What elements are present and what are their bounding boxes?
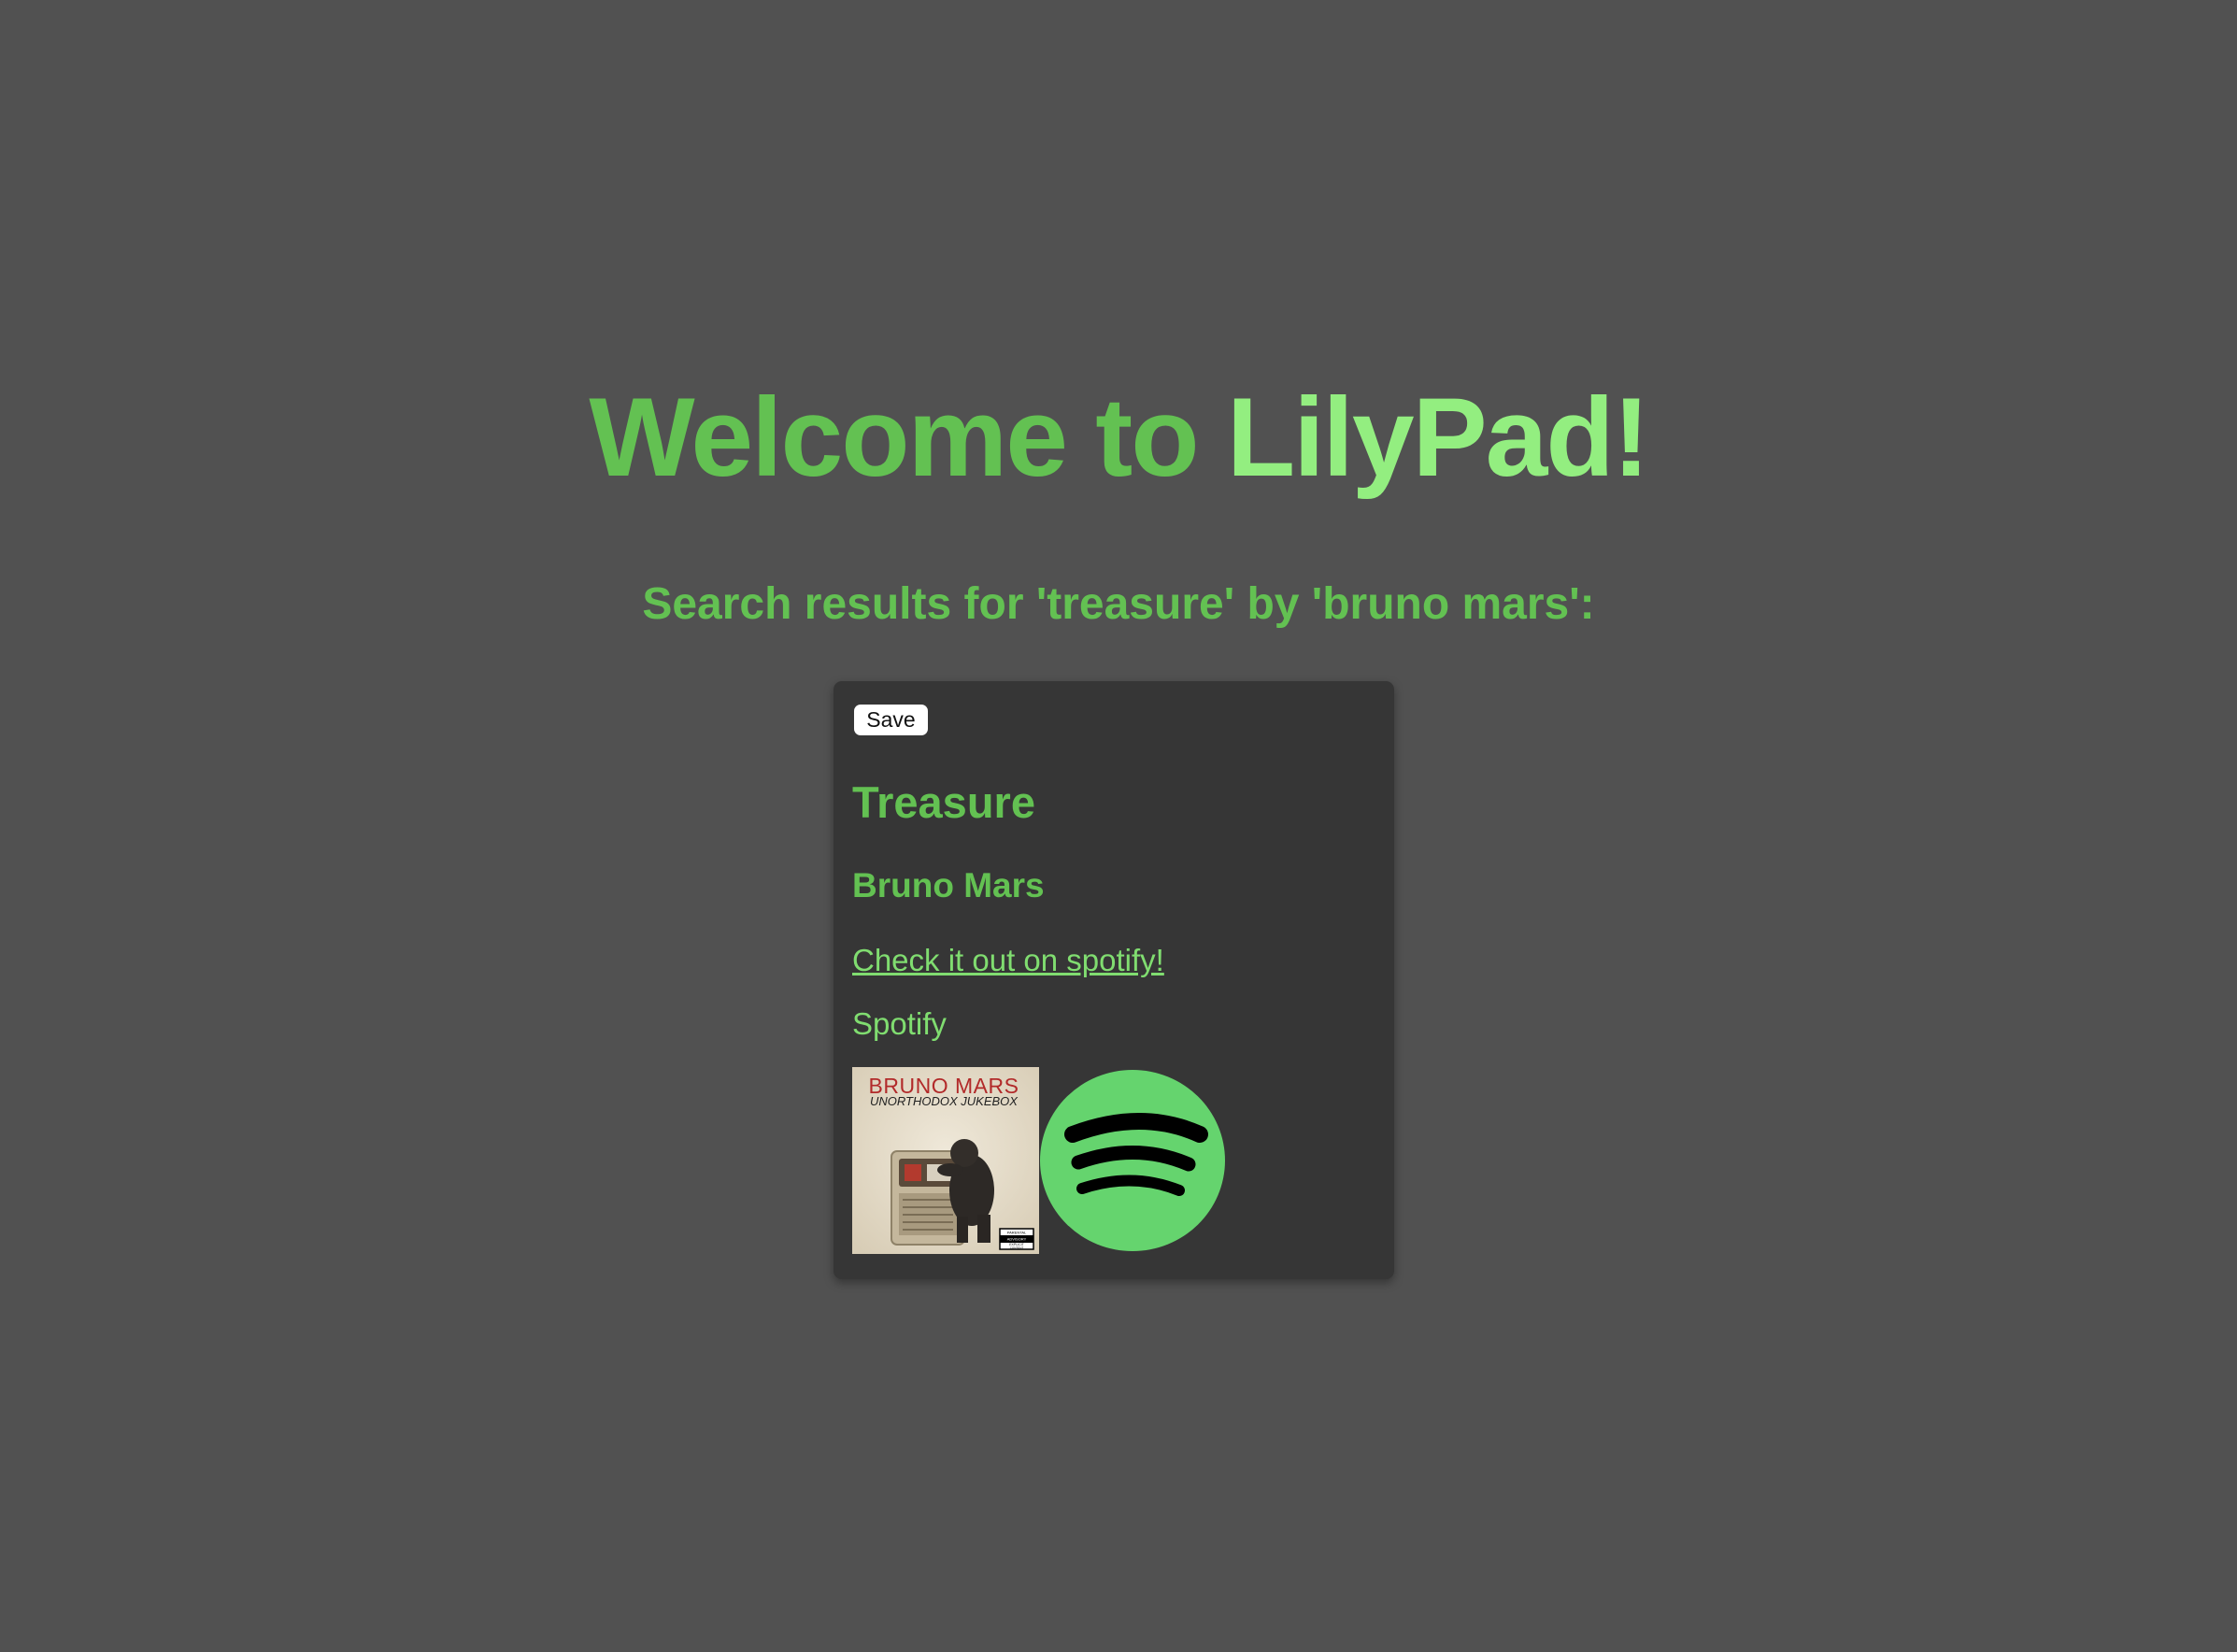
track-title: Treasure xyxy=(852,777,1035,827)
advisory-text-1: PARENTAL xyxy=(1007,1231,1027,1235)
advisory-text-2: ADVISORY xyxy=(1007,1237,1027,1242)
title-welcome: Welcome to xyxy=(589,375,1199,500)
platform-label: Spotify xyxy=(852,1006,947,1041)
album-name-text: UNORTHODOX JUKEBOX xyxy=(870,1094,1019,1108)
search-results-heading: Search results for 'treasure' by 'bruno … xyxy=(642,579,1595,629)
album-cover-image: BRUNO MARS UNORTHODOX JUKEBOX PARENTAL A… xyxy=(852,1067,1039,1254)
advisory-text-4: CONTENT xyxy=(1010,1246,1024,1250)
save-button[interactable]: Save xyxy=(854,705,928,735)
title-brand: LilyPad! xyxy=(1226,375,1650,500)
spotify-link[interactable]: Check it out on spotify! xyxy=(852,940,1164,981)
page-title: Welcome to LilyPad! xyxy=(0,363,2237,512)
page: Welcome to LilyPad! Search results for '… xyxy=(0,0,2237,1652)
artist-name: Bruno Mars xyxy=(852,866,1045,904)
spotify-logo-icon xyxy=(1039,1069,1226,1252)
search-result-card: Save Treasure Bruno Mars Check it out on… xyxy=(834,681,1394,1279)
